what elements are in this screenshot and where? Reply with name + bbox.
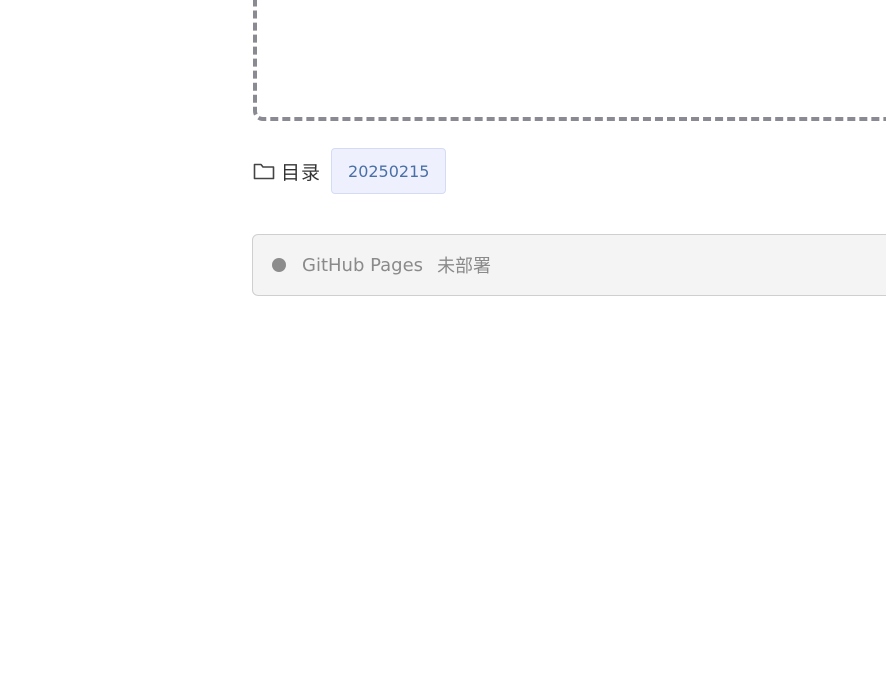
directory-label: 目录: [281, 161, 322, 184]
folder-icon: [253, 161, 275, 181]
directory-chip[interactable]: 20250215: [331, 148, 447, 194]
page: 目录 20250215 GitHub Pages 未部署: [0, 0, 886, 675]
deploy-target-name: GitHub Pages: [302, 254, 424, 276]
directory-row: 目录 20250215: [253, 147, 447, 195]
status-dot-icon: [272, 258, 286, 272]
deploy-status-text: 未部署: [437, 256, 492, 277]
deploy-status-bar: GitHub Pages 未部署: [252, 234, 886, 296]
upload-drop-zone[interactable]: [253, 0, 886, 121]
